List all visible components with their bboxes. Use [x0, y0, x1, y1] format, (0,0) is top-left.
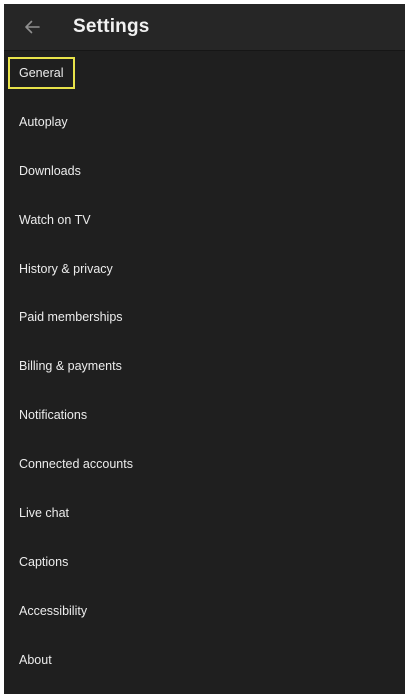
menu-item-label: Watch on TV — [19, 212, 91, 227]
menu-item-label: Connected accounts — [19, 457, 133, 472]
menu-item-paid-memberships[interactable]: Paid memberships — [4, 294, 405, 343]
page-title: Settings — [73, 16, 150, 37]
menu-item-captions[interactable]: Captions — [4, 539, 405, 588]
menu-item-history-privacy[interactable]: History & privacy — [4, 246, 405, 295]
menu-item-autoplay[interactable]: Autoplay — [4, 99, 405, 148]
menu-item-about[interactable]: About — [4, 637, 405, 686]
arrow-left-icon — [25, 20, 40, 34]
menu-item-notifications[interactable]: Notifications — [4, 392, 405, 441]
menu-item-connected-accounts[interactable]: Connected accounts — [4, 441, 405, 490]
menu-item-label: Billing & payments — [19, 359, 122, 374]
app-bar: Settings — [4, 4, 405, 51]
menu-item-live-chat[interactable]: Live chat — [4, 490, 405, 539]
menu-item-label: General — [19, 66, 64, 80]
settings-screen: Settings General Autoplay Downloads Watc… — [4, 4, 405, 694]
settings-menu: General Autoplay Downloads Watch on TV H… — [4, 50, 405, 686]
menu-item-label: History & privacy — [19, 261, 113, 276]
menu-item-label: Paid memberships — [19, 310, 123, 325]
menu-item-label: Live chat — [19, 506, 70, 521]
menu-item-label: About — [19, 652, 52, 667]
menu-item-general[interactable]: General — [4, 50, 405, 99]
back-button[interactable] — [18, 13, 46, 41]
menu-item-billing-payments[interactable]: Billing & payments — [4, 343, 405, 392]
menu-item-label: Autoplay — [19, 114, 68, 129]
menu-item-accessibility[interactable]: Accessibility — [4, 588, 405, 637]
menu-item-label: Downloads — [19, 163, 81, 178]
menu-item-downloads[interactable]: Downloads — [4, 148, 405, 197]
menu-item-label: Notifications — [19, 408, 88, 423]
menu-item-label: Captions — [19, 554, 69, 569]
menu-item-watch-on-tv[interactable]: Watch on TV — [4, 197, 405, 246]
menu-item-label: Accessibility — [19, 603, 88, 618]
